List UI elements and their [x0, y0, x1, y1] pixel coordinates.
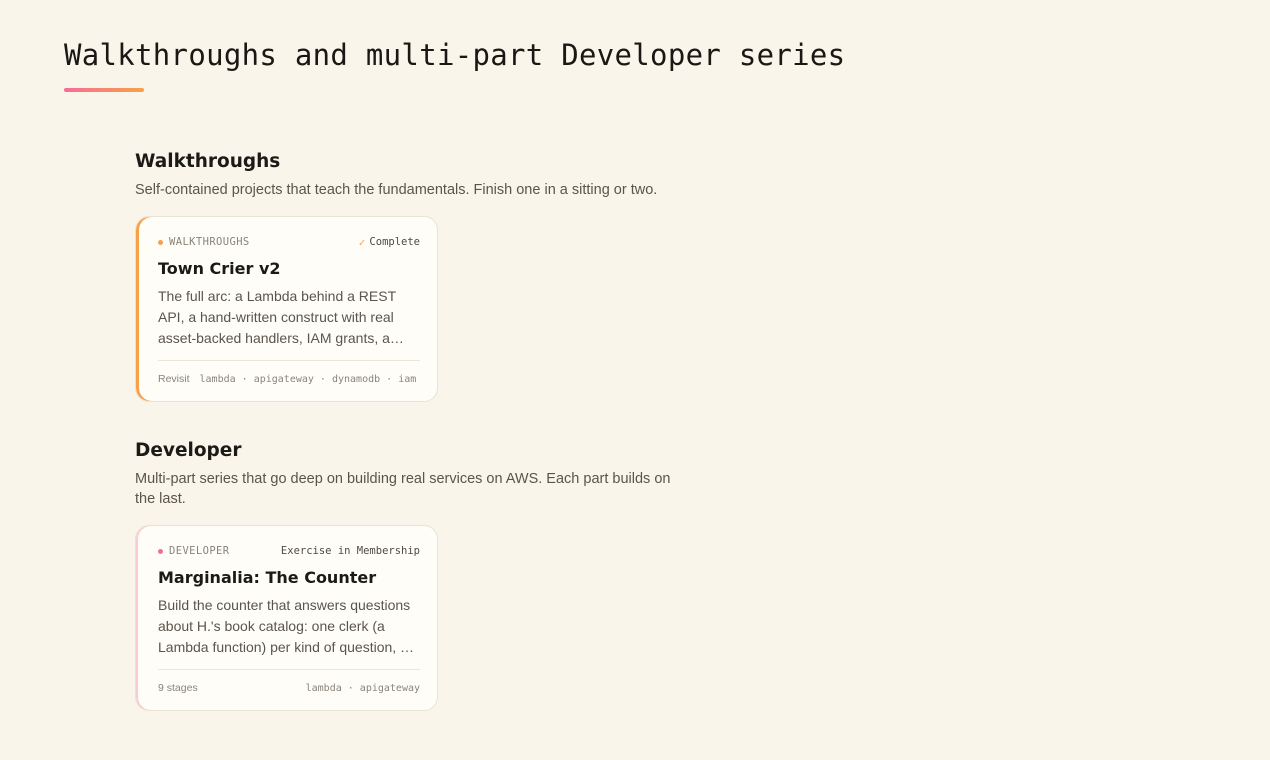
card-divider — [158, 360, 420, 361]
title-underline — [64, 88, 144, 92]
status-label: Complete — [369, 236, 420, 248]
status-label: Exercise in Membership — [280, 545, 420, 557]
card-description: The full arc: a Lambda behind a REST API… — [158, 288, 396, 346]
category-tag: DEVELOPER — [158, 545, 230, 557]
card-footer: Revisit lambda · apigateway · dynamodb ·… — [158, 372, 420, 386]
card-title: Marginalia: The Counter — [158, 568, 377, 587]
card-header: WALKTHROUGHS ✓ Complete — [158, 235, 420, 249]
section-description: Self-contained projects that teach the f… — [135, 182, 658, 198]
category-dot-icon — [158, 239, 163, 245]
section-walkthroughs: Walkthroughs Self-contained projects tha… — [135, 150, 695, 402]
card-marginalia-the-counter[interactable]: DEVELOPER Exercise in Membership Margina… — [135, 525, 438, 711]
status-badge: ✓ Complete — [359, 236, 420, 249]
stage-count: 9 stages — [158, 682, 198, 694]
section-heading: Developer — [135, 440, 242, 461]
category-label: DEVELOPER — [169, 545, 230, 557]
card-divider — [158, 669, 420, 670]
service-tags: lambda · apigateway — [305, 682, 420, 694]
section-description: Multi-part series that go deep on buildi… — [135, 471, 671, 507]
check-icon: ✓ — [358, 235, 366, 249]
service-tags: lambda · apigateway · dynamodb · iam — [199, 373, 417, 385]
category-label: WALKTHROUGHS — [169, 236, 250, 248]
card-town-crier-v2[interactable]: WALKTHROUGHS ✓ Complete Town Crier v2 Th… — [135, 216, 438, 402]
card-header: DEVELOPER Exercise in Membership — [158, 544, 420, 558]
revisit-link[interactable]: Revisit — [158, 373, 190, 385]
category-dot-icon — [158, 548, 163, 554]
section-developer: Developer Multi-part series that go deep… — [135, 439, 695, 711]
status-badge: Exercise in Membership — [281, 545, 420, 557]
category-tag: WALKTHROUGHS — [158, 236, 250, 248]
card-description: Build the counter that answers questions… — [158, 597, 415, 655]
section-heading: Walkthroughs — [135, 151, 281, 172]
card-footer: 9 stages lambda · apigateway — [158, 681, 420, 695]
page-title: Walkthroughs and multi-part Developer se… — [64, 38, 846, 72]
card-title: Town Crier v2 — [158, 259, 281, 278]
